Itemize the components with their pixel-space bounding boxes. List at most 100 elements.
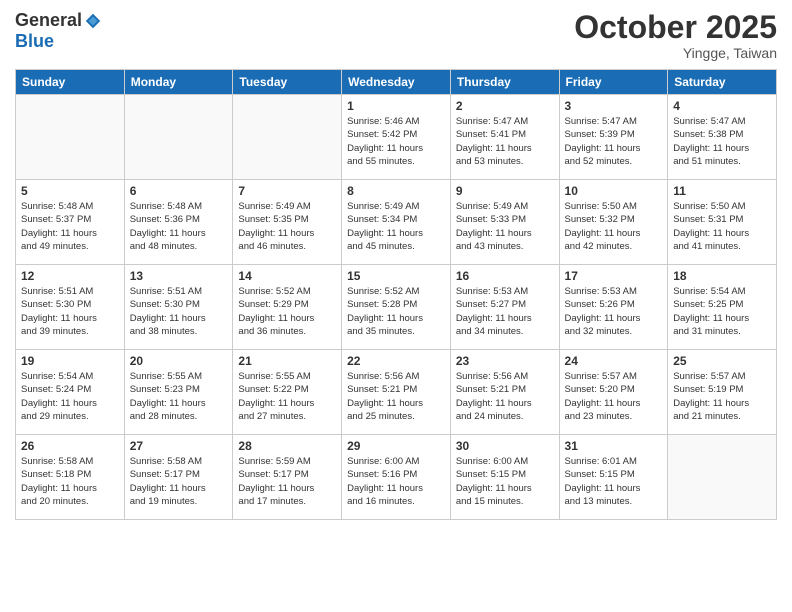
day-number: 1 [347, 99, 445, 113]
day-info: Sunrise: 6:01 AMSunset: 5:15 PMDaylight:… [565, 455, 663, 508]
logo-blue-text: Blue [15, 31, 54, 52]
day-info: Sunrise: 5:56 AMSunset: 5:21 PMDaylight:… [456, 370, 554, 423]
day-info: Sunrise: 5:55 AMSunset: 5:23 PMDaylight:… [130, 370, 228, 423]
calendar-cell: 9 Sunrise: 5:49 AMSunset: 5:33 PMDaylight… [450, 180, 559, 265]
day-number: 30 [456, 439, 554, 453]
day-info: Sunrise: 5:50 AMSunset: 5:31 PMDaylight:… [673, 200, 771, 253]
calendar-cell: 11 Sunrise: 5:50 AMSunset: 5:31 PMDayligh… [668, 180, 777, 265]
calendar-cell: 7 Sunrise: 5:49 AMSunset: 5:35 PMDaylight… [233, 180, 342, 265]
day-info: Sunrise: 5:51 AMSunset: 5:30 PMDaylight:… [130, 285, 228, 338]
logo-general-text: General [15, 10, 82, 31]
calendar-week-3: 12Sunrise: 5:51 AMSunset: 5:30 PMDayligh… [16, 265, 777, 350]
calendar-cell: 24 Sunrise: 5:57 AMSunset: 5:20 PMDayligh… [559, 350, 668, 435]
calendar-cell [233, 95, 342, 180]
calendar-cell: 6Sunrise: 5:48 AMSunset: 5:36 PMDaylight… [124, 180, 233, 265]
day-number: 2 [456, 99, 554, 113]
calendar-cell: 20 Sunrise: 5:55 AMSunset: 5:23 PMDayligh… [124, 350, 233, 435]
calendar-cell: 10 Sunrise: 5:50 AMSunset: 5:32 PMDayligh… [559, 180, 668, 265]
calendar-cell: 25Sunrise: 5:57 AMSunset: 5:19 PMDayligh… [668, 350, 777, 435]
calendar-cell: 30 Sunrise: 6:00 AMSunset: 5:15 PMDayligh… [450, 435, 559, 520]
day-info: Sunrise: 5:58 AMSunset: 5:18 PMDaylight:… [21, 455, 119, 508]
day-number: 7 [238, 184, 336, 198]
calendar-cell: 15 Sunrise: 5:52 AMSunset: 5:28 PMDayligh… [342, 265, 451, 350]
day-info: Sunrise: 5:57 AMSunset: 5:20 PMDaylight:… [565, 370, 663, 423]
calendar-cell: 13 Sunrise: 5:51 AMSunset: 5:30 PMDayligh… [124, 265, 233, 350]
day-number: 4 [673, 99, 771, 113]
day-info: Sunrise: 5:49 AMSunset: 5:35 PMDaylight:… [238, 200, 336, 253]
day-info: Sunrise: 5:53 AMSunset: 5:26 PMDaylight:… [565, 285, 663, 338]
day-number: 21 [238, 354, 336, 368]
calendar-header-wednesday: Wednesday [342, 70, 451, 95]
day-number: 15 [347, 269, 445, 283]
day-info: Sunrise: 5:50 AMSunset: 5:32 PMDaylight:… [565, 200, 663, 253]
calendar-week-2: 5Sunrise: 5:48 AMSunset: 5:37 PMDaylight… [16, 180, 777, 265]
day-info: Sunrise: 5:53 AMSunset: 5:27 PMDaylight:… [456, 285, 554, 338]
calendar-cell: 16 Sunrise: 5:53 AMSunset: 5:27 PMDayligh… [450, 265, 559, 350]
day-info: Sunrise: 5:58 AMSunset: 5:17 PMDaylight:… [130, 455, 228, 508]
header: General Blue October 2025 Yingge, Taiwan [15, 10, 777, 61]
calendar-cell: 3 Sunrise: 5:47 AMSunset: 5:39 PMDaylight… [559, 95, 668, 180]
day-number: 13 [130, 269, 228, 283]
calendar-cell: 23 Sunrise: 5:56 AMSunset: 5:21 PMDayligh… [450, 350, 559, 435]
calendar-cell [124, 95, 233, 180]
calendar-header-saturday: Saturday [668, 70, 777, 95]
calendar-cell: 4Sunrise: 5:47 AMSunset: 5:38 PMDaylight… [668, 95, 777, 180]
day-number: 26 [21, 439, 119, 453]
day-number: 27 [130, 439, 228, 453]
day-info: Sunrise: 5:52 AMSunset: 5:28 PMDaylight:… [347, 285, 445, 338]
location: Yingge, Taiwan [574, 45, 777, 61]
day-info: Sunrise: 5:48 AMSunset: 5:36 PMDaylight:… [130, 200, 228, 253]
calendar-header-thursday: Thursday [450, 70, 559, 95]
day-info: Sunrise: 5:49 AMSunset: 5:33 PMDaylight:… [456, 200, 554, 253]
calendar-week-5: 26 Sunrise: 5:58 AMSunset: 5:18 PMDayligh… [16, 435, 777, 520]
calendar-header-tuesday: Tuesday [233, 70, 342, 95]
day-info: Sunrise: 5:54 AMSunset: 5:24 PMDaylight:… [21, 370, 119, 423]
calendar-cell: 19 Sunrise: 5:54 AMSunset: 5:24 PMDayligh… [16, 350, 125, 435]
calendar-cell: 27 Sunrise: 5:58 AMSunset: 5:17 PMDayligh… [124, 435, 233, 520]
calendar-cell: 22 Sunrise: 5:56 AMSunset: 5:21 PMDayligh… [342, 350, 451, 435]
day-info: Sunrise: 6:00 AMSunset: 5:15 PMDaylight:… [456, 455, 554, 508]
day-number: 28 [238, 439, 336, 453]
calendar-cell [16, 95, 125, 180]
calendar-table: SundayMondayTuesdayWednesdayThursdayFrid… [15, 69, 777, 520]
month-title: October 2025 [574, 10, 777, 45]
title-section: October 2025 Yingge, Taiwan [574, 10, 777, 61]
calendar-cell: 29Sunrise: 6:00 AMSunset: 5:16 PMDayligh… [342, 435, 451, 520]
day-info: Sunrise: 5:59 AMSunset: 5:17 PMDaylight:… [238, 455, 336, 508]
calendar-header-friday: Friday [559, 70, 668, 95]
calendar-header-monday: Monday [124, 70, 233, 95]
calendar-header-sunday: Sunday [16, 70, 125, 95]
day-number: 11 [673, 184, 771, 198]
calendar-cell: 28 Sunrise: 5:59 AMSunset: 5:17 PMDayligh… [233, 435, 342, 520]
calendar-cell: 18Sunrise: 5:54 AMSunset: 5:25 PMDayligh… [668, 265, 777, 350]
calendar-cell: 2Sunrise: 5:47 AMSunset: 5:41 PMDaylight… [450, 95, 559, 180]
calendar-cell: 12Sunrise: 5:51 AMSunset: 5:30 PMDayligh… [16, 265, 125, 350]
day-info: Sunrise: 5:47 AMSunset: 5:39 PMDaylight:… [565, 115, 663, 168]
page: General Blue October 2025 Yingge, Taiwan… [0, 0, 792, 612]
day-info: Sunrise: 5:48 AMSunset: 5:37 PMDaylight:… [21, 200, 119, 253]
day-number: 25 [673, 354, 771, 368]
calendar-week-1: 1Sunrise: 5:46 AMSunset: 5:42 PMDaylight… [16, 95, 777, 180]
day-number: 10 [565, 184, 663, 198]
day-number: 29 [347, 439, 445, 453]
day-number: 31 [565, 439, 663, 453]
calendar-week-4: 19 Sunrise: 5:54 AMSunset: 5:24 PMDayligh… [16, 350, 777, 435]
day-info: Sunrise: 5:56 AMSunset: 5:21 PMDaylight:… [347, 370, 445, 423]
day-number: 17 [565, 269, 663, 283]
calendar-cell: 1Sunrise: 5:46 AMSunset: 5:42 PMDaylight… [342, 95, 451, 180]
day-number: 23 [456, 354, 554, 368]
calendar-cell: 14Sunrise: 5:52 AMSunset: 5:29 PMDayligh… [233, 265, 342, 350]
day-info: Sunrise: 5:55 AMSunset: 5:22 PMDaylight:… [238, 370, 336, 423]
day-number: 22 [347, 354, 445, 368]
day-number: 3 [565, 99, 663, 113]
calendar-cell [668, 435, 777, 520]
day-number: 20 [130, 354, 228, 368]
day-number: 24 [565, 354, 663, 368]
day-info: Sunrise: 5:49 AMSunset: 5:34 PMDaylight:… [347, 200, 445, 253]
day-number: 9 [456, 184, 554, 198]
day-number: 16 [456, 269, 554, 283]
calendar-cell: 8Sunrise: 5:49 AMSunset: 5:34 PMDaylight… [342, 180, 451, 265]
day-number: 19 [21, 354, 119, 368]
day-number: 14 [238, 269, 336, 283]
calendar-cell: 21 Sunrise: 5:55 AMSunset: 5:22 PMDayligh… [233, 350, 342, 435]
